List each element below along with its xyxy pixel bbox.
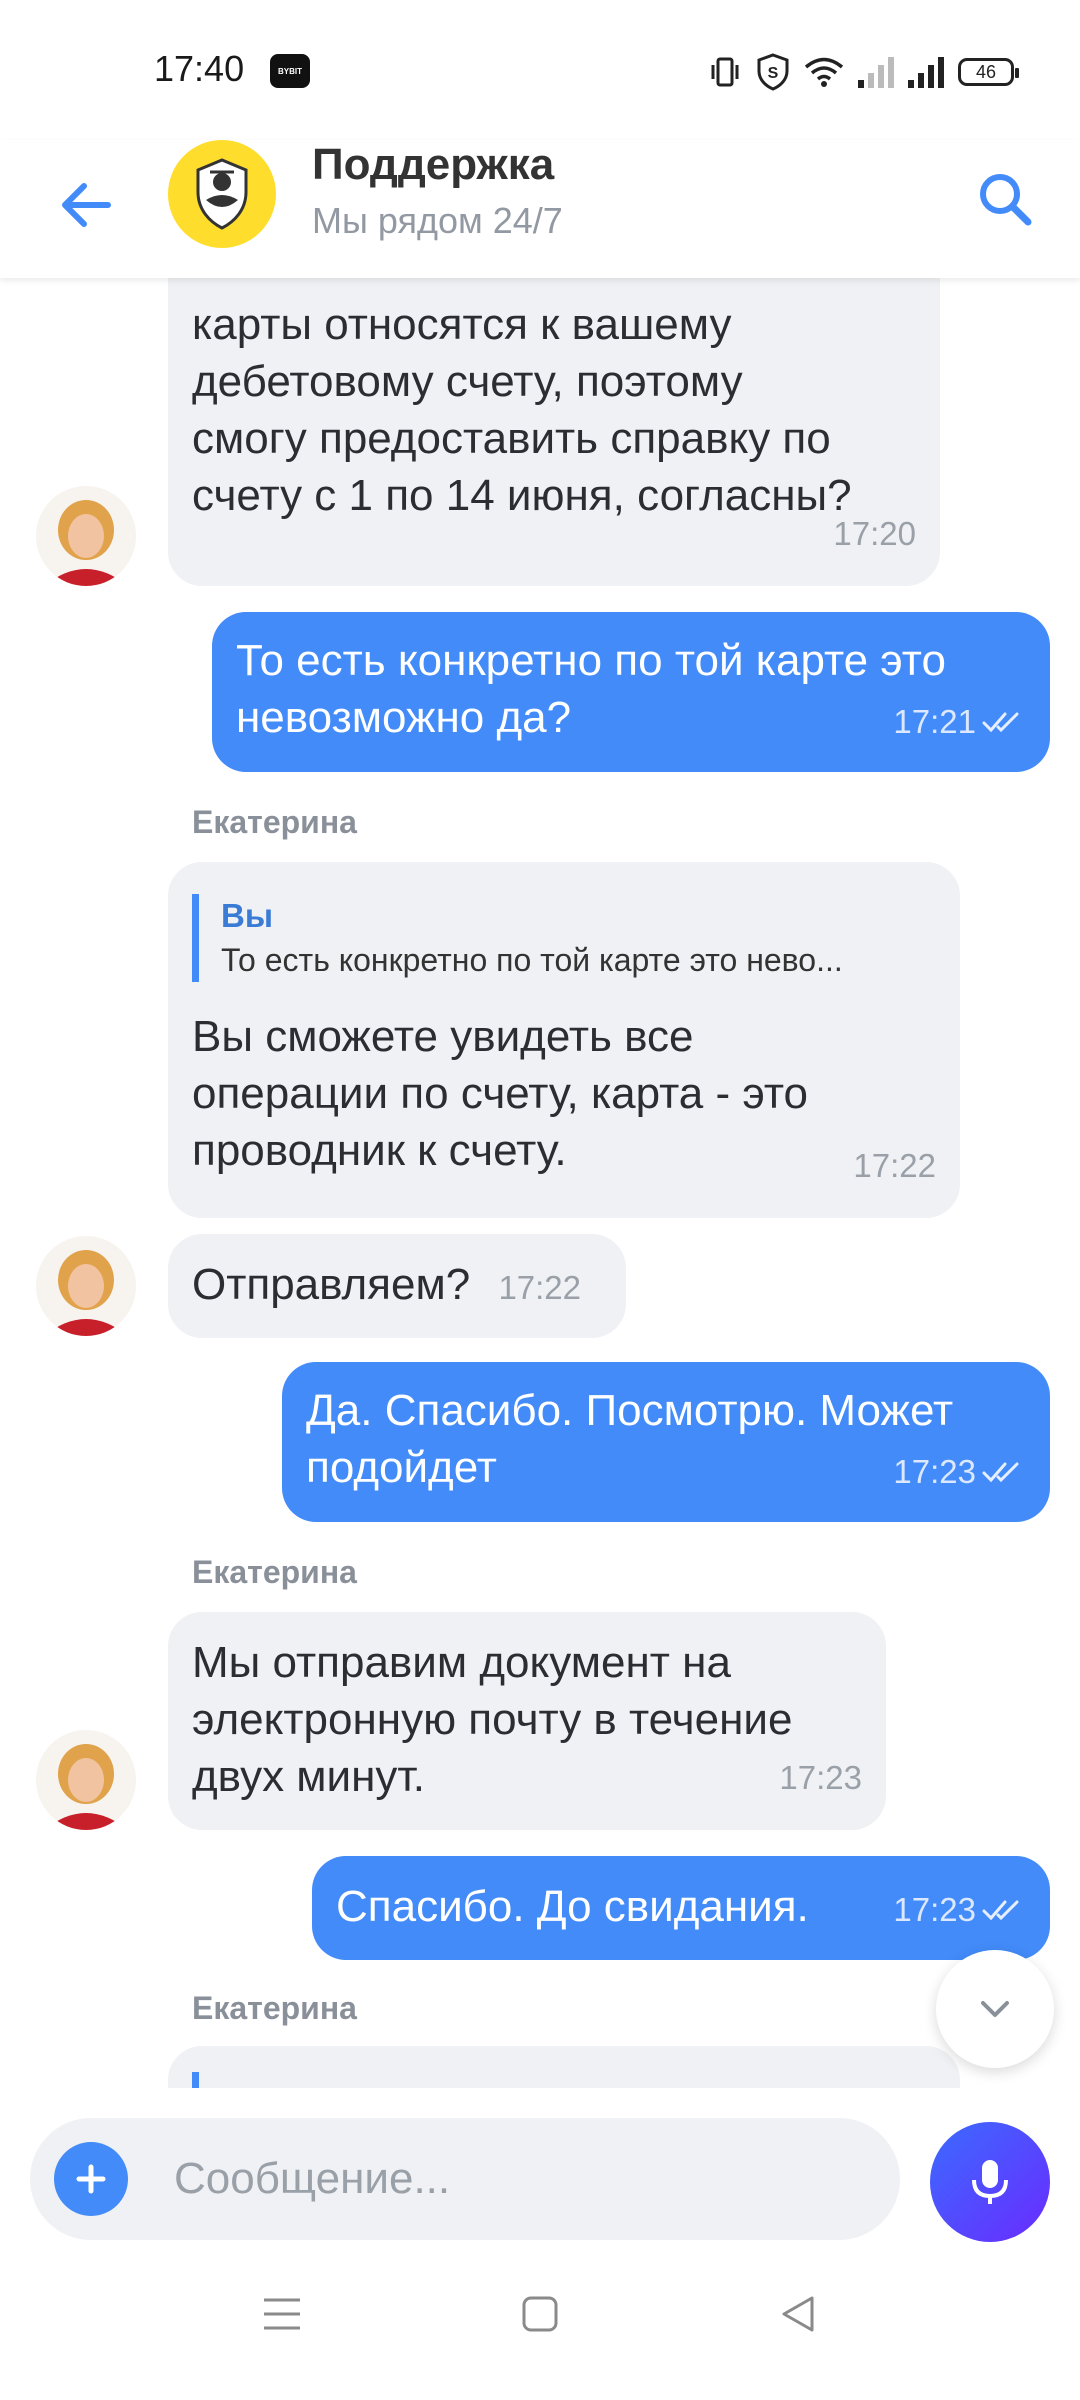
sender-name: Екатерина xyxy=(192,1990,357,2026)
agent-avatar-image xyxy=(36,1730,136,1830)
incoming-message[interactable]: карты относятся к вашему дебетовому счет… xyxy=(168,278,940,586)
shield-icon: S xyxy=(757,53,789,91)
outgoing-message[interactable]: Спасибо. До свидания. 17:23 xyxy=(312,1856,1050,1960)
message-input[interactable]: Сообщение... xyxy=(30,2118,900,2240)
agent-avatar-image xyxy=(36,1236,136,1336)
message-text-line: Вы сможете увидеть все xyxy=(192,1012,694,1061)
message-time: 17:20 xyxy=(833,515,916,552)
chat-subtitle: Мы рядом 24/7 xyxy=(312,200,563,241)
sender-name: Екатерина xyxy=(192,804,357,840)
message-text-line: Мы отправим документ на xyxy=(192,1638,731,1687)
message-text-line: Да. Спасибо. Посмотрю. Может xyxy=(306,1386,954,1435)
svg-text:S: S xyxy=(768,65,779,82)
outgoing-message[interactable]: Да. Спасибо. Посмотрю. Может подойдет 17… xyxy=(282,1362,1050,1522)
status-bar: 17:40 BYBIT S 46 xyxy=(0,0,1080,140)
back-button[interactable] xyxy=(52,170,122,240)
message-text-line: проводник к счету. xyxy=(192,1126,567,1175)
signal-icon xyxy=(908,57,944,88)
double-check-icon xyxy=(982,1462,1019,1482)
vibrate-icon xyxy=(711,57,739,87)
home-icon[interactable] xyxy=(520,2294,560,2334)
back-nav-icon[interactable] xyxy=(778,2294,818,2334)
quote-author: Вы xyxy=(221,897,274,934)
message-text-line: карты относятся к вашему xyxy=(192,300,732,349)
message-time: 17:22 xyxy=(498,1269,582,1306)
arrow-left-icon xyxy=(62,183,111,227)
message-text: Спасибо. До свидания. xyxy=(336,1882,809,1931)
composer: Сообщение... xyxy=(0,2088,1080,2248)
outgoing-message[interactable]: То есть конкретно по той карте это невоз… xyxy=(212,612,1050,772)
chat-title: Поддержка xyxy=(312,140,555,189)
message-text-line: двух минут. xyxy=(192,1752,425,1801)
message-time: 17:23 xyxy=(893,1453,976,1490)
support-logo[interactable] xyxy=(168,140,276,248)
quote-text: То есть конкретно по той карте это нево.… xyxy=(221,942,843,978)
message-text-line: электронную почту в течение xyxy=(192,1695,793,1744)
message-placeholder: Сообщение... xyxy=(174,2154,451,2203)
signal-weak-icon xyxy=(858,57,894,88)
incoming-message[interactable] xyxy=(168,2046,960,2088)
incoming-message[interactable]: Мы отправим документ на электронную почт… xyxy=(168,1612,886,1830)
agent-avatar-image xyxy=(36,486,136,586)
status-icons: S 46 xyxy=(708,52,1019,92)
bank-crest-icon xyxy=(196,158,248,230)
message-text-line: дебетовому счету, поэтому xyxy=(192,357,743,406)
reply-quote-bar xyxy=(192,2072,199,2088)
incoming-message[interactable]: Отправляем? 17:22 xyxy=(168,1234,626,1338)
microphone-icon xyxy=(972,2160,1008,2204)
message-time: 17:23 xyxy=(779,1759,862,1796)
incoming-message[interactable]: Вы То есть конкретно по той карте это не… xyxy=(168,862,960,1218)
message-time: 17:21 xyxy=(893,703,976,740)
chevron-down-icon xyxy=(981,2001,1009,2017)
double-check-icon xyxy=(982,712,1019,732)
message-text-line: операции по счету, карта - это xyxy=(192,1069,808,1118)
wifi-icon xyxy=(804,57,844,87)
double-check-icon xyxy=(982,1900,1019,1920)
message-text-line: То есть конкретно по той карте это xyxy=(236,636,946,685)
menu-icon[interactable] xyxy=(262,2294,302,2334)
message-text-line: счету с 1 по 14 июня, согласны? xyxy=(192,471,852,520)
message-time: 17:22 xyxy=(853,1147,936,1184)
agent-avatar[interactable] xyxy=(36,1236,136,1336)
battery-icon: 46 xyxy=(958,58,1019,86)
system-nav-bar xyxy=(0,2248,1080,2400)
sender-name: Екатерина xyxy=(192,1554,357,1590)
reply-quote[interactable]: Вы То есть конкретно по той карте это не… xyxy=(192,894,936,982)
message-time: 17:23 xyxy=(893,1891,976,1928)
scroll-down-button[interactable] xyxy=(936,1950,1054,2068)
agent-avatar[interactable] xyxy=(36,486,136,586)
voice-message-button[interactable] xyxy=(930,2122,1050,2242)
status-time: 17:40 xyxy=(154,48,245,89)
message-text-line: смогу предоставить справку по xyxy=(192,414,831,463)
search-icon xyxy=(980,174,1032,226)
attach-button[interactable] xyxy=(54,2142,128,2216)
message-text: Отправляем? xyxy=(192,1260,471,1309)
search-button[interactable] xyxy=(970,164,1040,234)
plus-icon xyxy=(76,2164,106,2194)
message-list[interactable]: карты относятся к вашему дебетовому счет… xyxy=(0,278,1080,2088)
chat-header: Поддержка Мы рядом 24/7 xyxy=(0,140,1080,278)
agent-avatar[interactable] xyxy=(36,1730,136,1830)
bybit-app-icon: BYBIT xyxy=(270,54,310,88)
